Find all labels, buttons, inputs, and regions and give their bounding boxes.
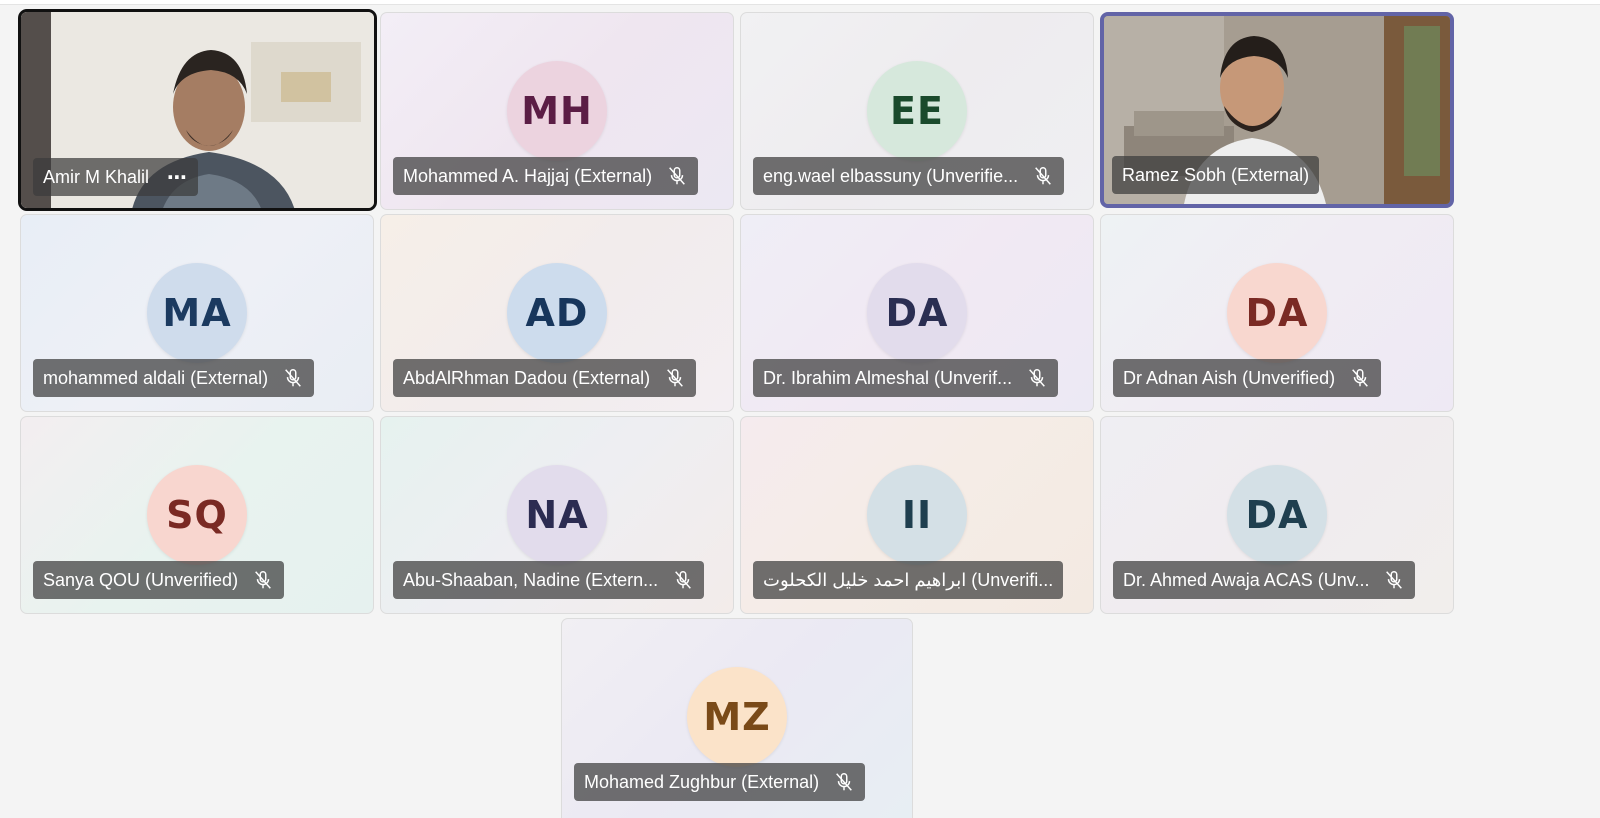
participant-name: mohammed aldali (External)	[43, 367, 269, 388]
participant-tile[interactable]: MH Mohammed A. Hajjaj (External)	[380, 12, 734, 210]
participant-nameplate: mohammed aldali (External)	[33, 359, 315, 397]
participant-name: Mohammed A. Hajjaj (External)	[403, 165, 653, 186]
avatar: NA	[507, 465, 607, 565]
mic-muted-icon	[1035, 167, 1052, 185]
participant-name: Amir M Khalil	[43, 166, 150, 187]
mic-muted-icon	[675, 571, 692, 589]
participant-tile[interactable]: MA mohammed aldali (External)	[20, 214, 374, 412]
participant-name: Dr. Ibrahim Almeshal (Unverif...	[763, 367, 1013, 388]
avatar: MZ	[687, 667, 787, 767]
participant-tile[interactable]: EE eng.wael elbassuny (Unverifie...	[740, 12, 1094, 210]
more-options-icon[interactable]: ⋯	[167, 165, 188, 190]
avatar: MA	[147, 263, 247, 363]
participant-tile[interactable]: DA Dr. Ahmed Awaja ACAS (Unv...	[1100, 416, 1454, 614]
participant-tile[interactable]: DA Dr. Ibrahim Almeshal (Unverif...	[740, 214, 1094, 412]
mic-muted-icon	[1386, 571, 1403, 589]
participant-name: Dr Adnan Aish (Unverified)	[1123, 367, 1336, 388]
mic-muted-icon	[255, 571, 271, 589]
mic-muted-icon	[669, 167, 685, 185]
participant-name: AbdAlRhman Dadou (External)	[403, 367, 651, 388]
participant-name: Sanya QOU (Unverified)	[43, 569, 239, 590]
participant-nameplate: eng.wael elbassuny (Unverifie...	[753, 157, 1065, 195]
participant-tile-video-speaking[interactable]: Ramez Sobh (External)	[1100, 12, 1454, 208]
avatar: DA	[1227, 263, 1327, 363]
participant-tile[interactable]: SQ Sanya QOU (Unverified)	[20, 416, 374, 614]
participant-nameplate: Mohamed Zughbur (External)	[574, 763, 866, 801]
participant-name: Ramez Sobh (External)	[1122, 164, 1310, 185]
participant-nameplate: Sanya QOU (Unverified)	[33, 561, 285, 599]
participant-gallery: Amir M Khalil ⋯ MH Mohammed A. Hajjaj (E…	[0, 0, 1600, 818]
avatar: AD	[507, 263, 607, 363]
participant-name: Abu-Shaaban, Nadine (Extern...	[403, 569, 659, 590]
avatar: SQ	[147, 465, 247, 565]
avatar: DA	[867, 263, 967, 363]
avatar: EE	[867, 61, 967, 161]
participant-nameplate: Amir M Khalil ⋯	[33, 158, 199, 196]
participant-name: eng.wael elbassuny (Unverifie...	[763, 165, 1019, 186]
participant-nameplate: Ramez Sobh (External)	[1112, 156, 1320, 194]
avatar: MH	[507, 61, 607, 161]
mic-muted-icon	[285, 369, 301, 387]
participant-name: Dr. Ahmed Awaja ACAS (Unv...	[1123, 569, 1370, 590]
mic-muted-icon	[1352, 369, 1368, 387]
participant-nameplate: Mohammed A. Hajjaj (External)	[393, 157, 699, 195]
participant-tile[interactable]: AD AbdAlRhman Dadou (External)	[380, 214, 734, 412]
participant-tile-video[interactable]: Amir M Khalil ⋯	[18, 9, 377, 211]
participant-nameplate: Dr. Ahmed Awaja ACAS (Unv...	[1113, 561, 1416, 599]
mic-muted-icon	[1029, 369, 1045, 387]
participant-tile[interactable]: DA Dr Adnan Aish (Unverified)	[1100, 214, 1454, 412]
participant-tile[interactable]: MZ Mohamed Zughbur (External)	[561, 618, 913, 818]
participant-nameplate: AbdAlRhman Dadou (External)	[393, 359, 697, 397]
participant-name: ابراهيم احمد خليل الكحلوت (Unverifi...	[763, 569, 1054, 590]
participant-name: Mohamed Zughbur (External)	[584, 771, 820, 792]
participant-tile[interactable]: NA Abu-Shaaban, Nadine (Extern...	[380, 416, 734, 614]
avatar: II	[867, 465, 967, 565]
participant-tile[interactable]: II ابراهيم احمد خليل الكحلوت (Unverifi..…	[740, 416, 1094, 614]
mic-muted-icon	[667, 369, 684, 387]
avatar: DA	[1227, 465, 1327, 565]
participant-nameplate: Dr. Ibrahim Almeshal (Unverif...	[753, 359, 1059, 397]
mic-muted-icon	[836, 773, 852, 791]
participant-nameplate: Dr Adnan Aish (Unverified)	[1113, 359, 1382, 397]
participant-nameplate: Abu-Shaaban, Nadine (Extern...	[393, 561, 705, 599]
participant-nameplate: ابراهيم احمد خليل الكحلوت (Unverifi...	[753, 561, 1064, 599]
